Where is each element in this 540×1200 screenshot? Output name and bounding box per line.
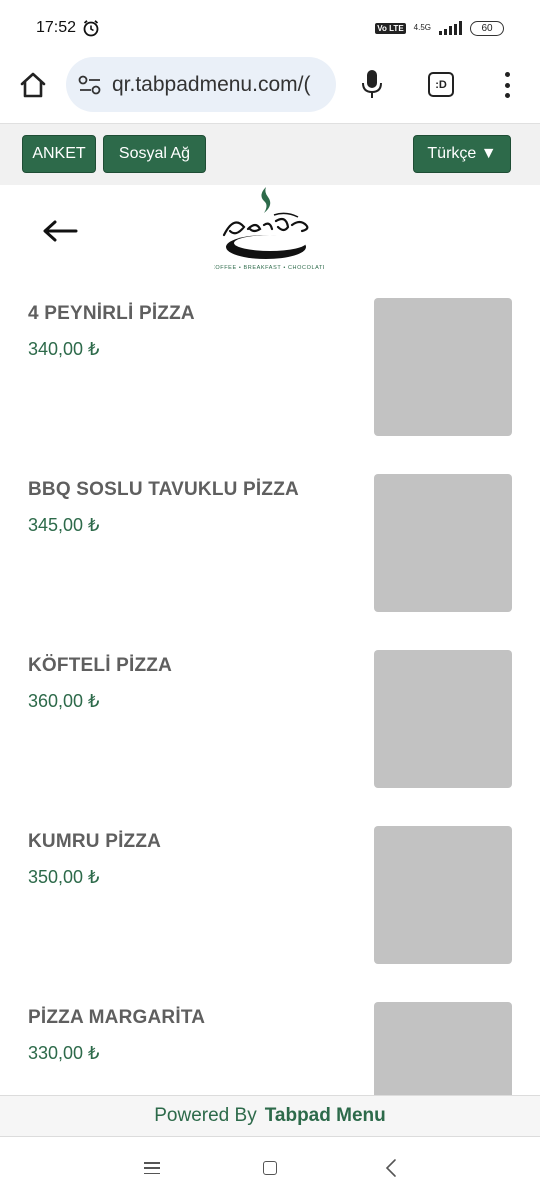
- menu-item-image[interactable]: [374, 826, 512, 964]
- menu-item-name: KUMRU PİZZA: [28, 831, 162, 852]
- menu-header: COFFEE • BREAKFAST • CHOCOLATE: [0, 185, 540, 285]
- volte-badge: Vo LTE: [375, 22, 406, 34]
- svg-text:COFFEE • BREAKFAST • CHOCOLATE: COFFEE • BREAKFAST • CHOCOLATE: [214, 265, 324, 271]
- home-square-icon[interactable]: [263, 1161, 277, 1175]
- status-bar: 17:52 Vo LTE 4.5G 60: [0, 0, 540, 56]
- menu-item[interactable]: 4 PEYNİRLİ PİZZA 340,00 ₺: [0, 285, 540, 461]
- clock-time: 17:52: [36, 19, 77, 36]
- tab-switcher-label: :D: [435, 78, 447, 91]
- menu-item[interactable]: PİZZA MARGARİTA 330,00 ₺: [0, 989, 540, 1095]
- url-bar[interactable]: qr.tabpadmenu.com/(: [66, 57, 336, 112]
- menu-item-name: PİZZA MARGARİTA: [28, 1007, 206, 1028]
- url-text[interactable]: qr.tabpadmenu.com/(: [112, 73, 310, 97]
- menu-item-image[interactable]: [374, 474, 512, 612]
- menu-item-image[interactable]: [374, 1002, 512, 1095]
- powered-by-label: Powered By: [154, 1105, 257, 1126]
- menu-item-name: BBQ SOSLU TAVUKLU PİZZA: [28, 479, 299, 500]
- recent-apps-icon[interactable]: [144, 1162, 160, 1174]
- menu-item-name: KÖFTELİ PİZZA: [28, 655, 173, 676]
- back-arrow-icon[interactable]: [42, 219, 78, 243]
- browser-toolbar: qr.tabpadmenu.com/( :D: [0, 56, 540, 122]
- alarm-icon: [83, 20, 99, 37]
- menu-item[interactable]: BBQ SOSLU TAVUKLU PİZZA 345,00 ₺: [0, 461, 540, 637]
- more-options-icon[interactable]: [502, 72, 512, 98]
- sancar-bey-logo: COFFEE • BREAKFAST • CHOCOLATE: [214, 187, 324, 271]
- menu-item-name: 4 PEYNİRLİ PİZZA: [28, 303, 195, 324]
- menu-item-list: 4 PEYNİRLİ PİZZA 340,00 ₺ BBQ SOSLU TAVU…: [0, 285, 540, 1095]
- social-button[interactable]: Sosyal Ağ: [103, 135, 206, 173]
- menu-item-price: 350,00 ₺: [28, 867, 100, 887]
- battery-icon: 60: [470, 20, 504, 36]
- site-settings-icon[interactable]: [78, 75, 102, 95]
- menu-item[interactable]: KUMRU PİZZA 350,00 ₺: [0, 813, 540, 989]
- status-left: 17:52: [36, 19, 100, 37]
- system-nav-bar: [0, 1138, 540, 1200]
- back-chevron-icon[interactable]: [384, 1158, 398, 1178]
- powered-by-brand[interactable]: Tabpad Menu: [265, 1105, 386, 1127]
- powered-by-footer: Powered By Tabpad Menu: [0, 1095, 540, 1137]
- network-type: 4.5G: [413, 23, 431, 32]
- menu-item-price: 330,00 ₺: [28, 1043, 100, 1063]
- menu-item-price: 345,00 ₺: [28, 515, 100, 535]
- menu-item-price: 360,00 ₺: [28, 691, 100, 711]
- tab-switcher-button[interactable]: :D: [428, 72, 454, 97]
- microphone-icon[interactable]: [360, 68, 384, 100]
- menu-item[interactable]: KÖFTELİ PİZZA 360,00 ₺: [0, 637, 540, 813]
- status-right: Vo LTE 4.5G 60: [375, 20, 504, 36]
- home-icon[interactable]: [18, 70, 48, 100]
- signal-icon: [439, 21, 462, 35]
- language-select[interactable]: Türkçe ▼: [413, 135, 511, 173]
- battery-level: 60: [481, 22, 493, 34]
- menu-item-image[interactable]: [374, 650, 512, 788]
- menu-item-image[interactable]: [374, 298, 512, 436]
- action-bar: ANKET Sosyal Ağ Türkçe ▼: [0, 123, 540, 185]
- menu-item-price: 340,00 ₺: [28, 339, 100, 359]
- survey-button[interactable]: ANKET: [22, 135, 96, 173]
